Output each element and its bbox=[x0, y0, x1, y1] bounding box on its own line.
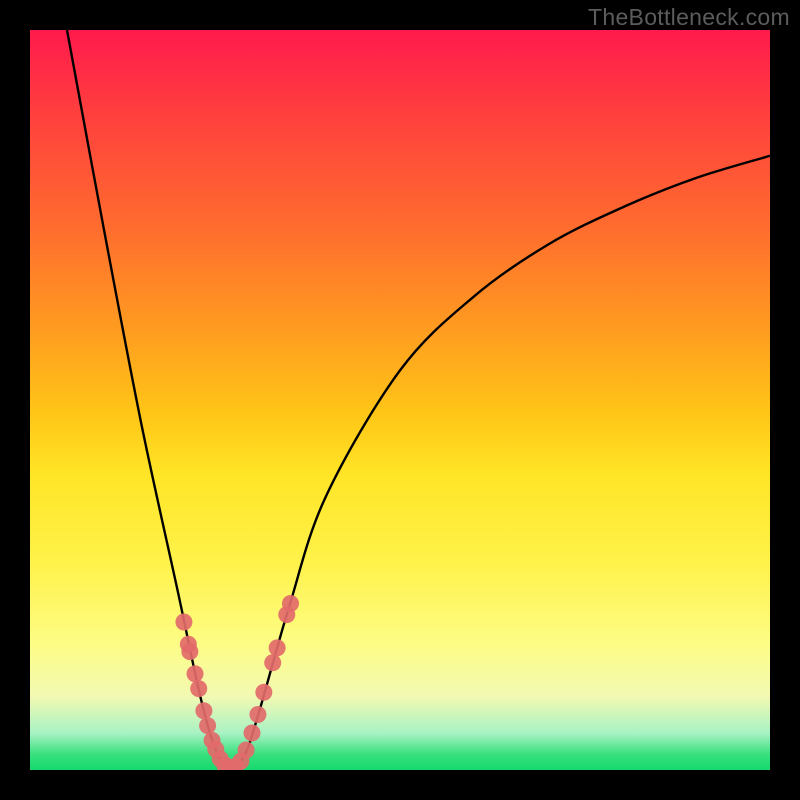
chart-frame: TheBottleneck.com bbox=[0, 0, 800, 800]
data-point bbox=[269, 639, 286, 656]
data-point bbox=[282, 595, 299, 612]
data-point bbox=[199, 717, 216, 734]
data-point bbox=[244, 725, 261, 742]
curve-svg bbox=[30, 30, 770, 770]
data-point bbox=[238, 742, 255, 759]
data-point bbox=[181, 643, 198, 660]
data-point bbox=[264, 654, 281, 671]
data-point bbox=[187, 665, 204, 682]
data-point bbox=[249, 706, 266, 723]
watermark-text: TheBottleneck.com bbox=[588, 4, 790, 31]
data-point bbox=[255, 684, 272, 701]
bottleneck-curve bbox=[67, 30, 770, 770]
data-markers bbox=[175, 595, 299, 770]
plot-area bbox=[30, 30, 770, 770]
data-point bbox=[175, 614, 192, 631]
data-point bbox=[190, 680, 207, 697]
data-point bbox=[195, 702, 212, 719]
